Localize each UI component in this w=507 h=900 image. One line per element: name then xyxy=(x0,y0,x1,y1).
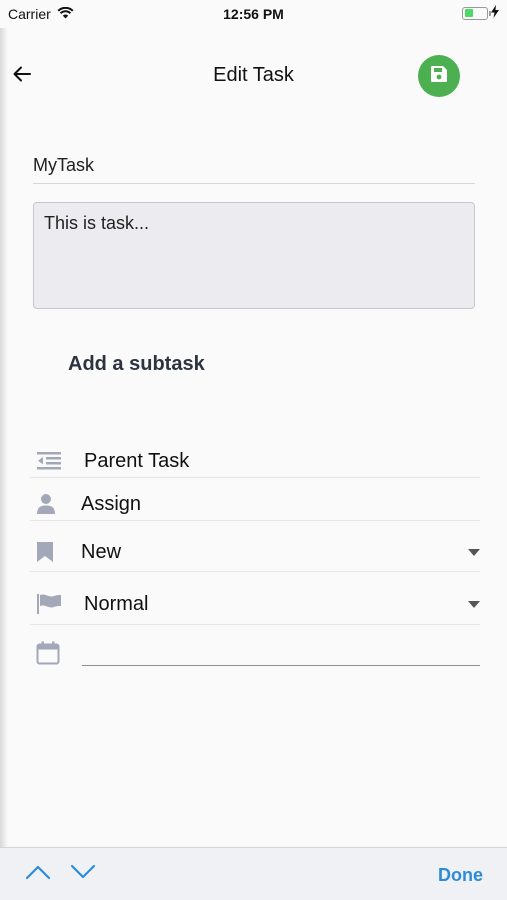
due-date-input[interactable] xyxy=(82,640,480,666)
priority-select[interactable]: Normal xyxy=(30,586,480,622)
outdent-list-icon xyxy=(30,451,70,471)
priority-value: Normal xyxy=(84,592,149,615)
bookmark-icon xyxy=(30,541,70,563)
status-select[interactable]: New xyxy=(30,534,480,570)
parent-task-label: Parent Task xyxy=(84,449,190,472)
task-name-input[interactable] xyxy=(33,148,475,184)
assign-row[interactable]: Assign xyxy=(30,487,480,521)
battery-icon xyxy=(462,6,491,20)
previous-field-button[interactable] xyxy=(24,864,52,884)
user-icon xyxy=(30,493,70,515)
chevron-up-icon xyxy=(25,864,51,885)
keyboard-toolbar: Done xyxy=(0,847,507,900)
row-divider xyxy=(30,571,480,572)
row-divider xyxy=(30,520,480,521)
row-divider xyxy=(30,624,480,625)
charging-bolt-icon xyxy=(491,5,499,21)
add-subtask-button[interactable]: Add a subtask xyxy=(68,353,205,376)
header: Edit Task xyxy=(0,50,507,102)
status-bar: Carrier 12:56 PM xyxy=(0,0,507,28)
chevron-down-icon xyxy=(70,864,96,885)
save-button[interactable] xyxy=(418,55,460,97)
assign-label: Assign xyxy=(81,492,142,515)
page-edge-shadow xyxy=(0,28,8,848)
row-divider xyxy=(30,477,480,478)
status-right xyxy=(462,5,499,21)
flag-icon xyxy=(30,593,70,615)
done-button[interactable]: Done xyxy=(438,865,483,886)
chevron-down-icon xyxy=(468,548,480,556)
task-description-input[interactable]: This is task... xyxy=(33,202,475,309)
calendar-icon xyxy=(30,641,70,665)
next-field-button[interactable] xyxy=(69,864,97,884)
chevron-down-icon xyxy=(468,600,480,608)
status-value: New xyxy=(81,540,122,563)
status-time: 12:56 PM xyxy=(223,6,284,22)
parent-task-row[interactable]: Parent Task xyxy=(30,444,480,478)
floppy-disk-icon xyxy=(430,65,448,88)
